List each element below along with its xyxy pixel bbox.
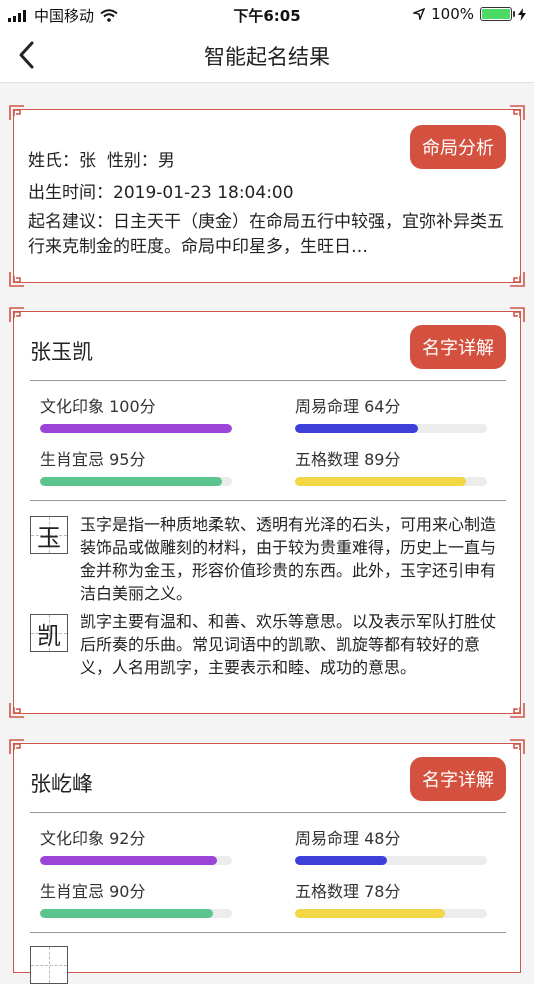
- divider: [30, 380, 506, 381]
- corner-ornament-icon: [9, 105, 24, 120]
- name-title: 张玉凯: [30, 340, 93, 364]
- metric-wuge-bar: [295, 909, 487, 918]
- gender-label: 性别：: [106, 151, 158, 171]
- battery-percent: 100%: [431, 5, 474, 23]
- metric-culture-label: 文化印象 100分: [40, 397, 156, 416]
- metric-culture-bar: [40, 856, 232, 865]
- naming-advice: 起名建议：日主天干（庚金）在命局五行中较强，宜弥补异类五行来克制金的旺度。命局中…: [28, 212, 504, 257]
- metric-zodiac-bar: [40, 477, 232, 486]
- metric-zodiac-fill: [40, 477, 223, 486]
- character-box: 玉: [30, 516, 68, 554]
- metric-culture-bar: [40, 424, 232, 433]
- name-detail-button[interactable]: 名字详解: [410, 757, 506, 801]
- gender-value: 男: [157, 151, 175, 171]
- surname-label: 姓氏：: [28, 151, 79, 171]
- name-title: 张屹峰: [30, 772, 93, 796]
- metric-zhouyi-bar: [295, 424, 487, 433]
- nav-bar: 智能起名结果: [0, 28, 534, 83]
- birth-label: 出生时间：: [28, 183, 113, 203]
- battery-icon: [480, 7, 515, 21]
- metric-culture-fill: [40, 856, 217, 865]
- surname-gender-line: 姓氏：张 性别：男: [28, 146, 175, 171]
- chart-analysis-button[interactable]: 命局分析: [410, 125, 506, 169]
- status-right: 100%: [413, 5, 526, 23]
- corner-ornament-icon: [510, 703, 525, 718]
- location-arrow-icon: [413, 8, 426, 20]
- summary-card: 命局分析 姓氏：张 性别：男 出生时间：2019-01-23 18:04:00 …: [9, 105, 525, 287]
- divider: [30, 812, 506, 813]
- page-title: 智能起名结果: [204, 45, 330, 69]
- corner-ornament-icon: [9, 703, 24, 718]
- surname-value: 张: [79, 151, 96, 171]
- metric-wuge-label: 五格数理 78分: [295, 882, 401, 901]
- metric-wuge-label: 五格数理 89分: [295, 450, 401, 469]
- charging-icon: [518, 7, 526, 21]
- birth-value: 2019-01-23 18:04:00: [113, 183, 294, 203]
- corner-ornament-icon: [510, 307, 525, 322]
- character-glyph: 玉: [37, 523, 61, 552]
- metric-culture-fill: [40, 424, 232, 433]
- character-description: 玉字是指一种质地柔软、透明有光泽的石头，可用来心制造装饰品或做雕刻的材料，由于较…: [80, 515, 497, 603]
- metric-zhouyi-bar: [295, 856, 487, 865]
- metric-zodiac-label: 生肖宜忌 95分: [40, 450, 146, 469]
- status-bar: 中国移动 下午6:05 100%: [0, 0, 534, 28]
- metric-zhouyi-label: 周易命理 64分: [295, 397, 401, 416]
- corner-ornament-icon: [9, 307, 24, 322]
- metric-culture-label: 文化印象 92分: [40, 829, 146, 848]
- corner-ornament-icon: [9, 272, 24, 287]
- metric-wuge-fill: [295, 477, 466, 486]
- metric-zhouyi-label: 周易命理 48分: [295, 829, 401, 848]
- battery-level: [482, 9, 510, 19]
- metric-wuge-bar: [295, 477, 487, 486]
- corner-ornament-icon: [9, 739, 24, 754]
- corner-ornament-icon: [510, 272, 525, 287]
- divider: [30, 500, 506, 501]
- birth-line: 出生时间：2019-01-23 18:04:00: [28, 178, 294, 203]
- metric-zodiac-fill: [40, 909, 213, 918]
- metric-wuge-fill: [295, 909, 445, 918]
- name-card: 张玉凯 名字详解 文化印象 100分 周易命理 64分 生肖宜忌 95分 五格数…: [9, 307, 525, 718]
- divider: [30, 932, 506, 933]
- character-description: 凯字主要有温和、和善、欢乐等意思。以及表示军队打胜仗后所奏的乐曲。常见词语中的凯…: [80, 612, 497, 677]
- character-box: 凯: [30, 614, 68, 652]
- corner-ornament-icon: [510, 739, 525, 754]
- metric-zodiac-bar: [40, 909, 232, 918]
- character-glyph: 凯: [37, 621, 61, 650]
- metric-zhouyi-fill: [295, 856, 388, 865]
- metric-zodiac-label: 生肖宜忌 90分: [40, 882, 146, 901]
- character-box: [30, 946, 68, 984]
- name-detail-button[interactable]: 名字详解: [410, 325, 506, 369]
- metric-zhouyi-fill: [295, 424, 418, 433]
- corner-ornament-icon: [510, 105, 525, 120]
- name-card: 张屹峰 名字详解 文化印象 92分 周易命理 48分 生肖宜忌 90分 五格数理…: [9, 739, 525, 984]
